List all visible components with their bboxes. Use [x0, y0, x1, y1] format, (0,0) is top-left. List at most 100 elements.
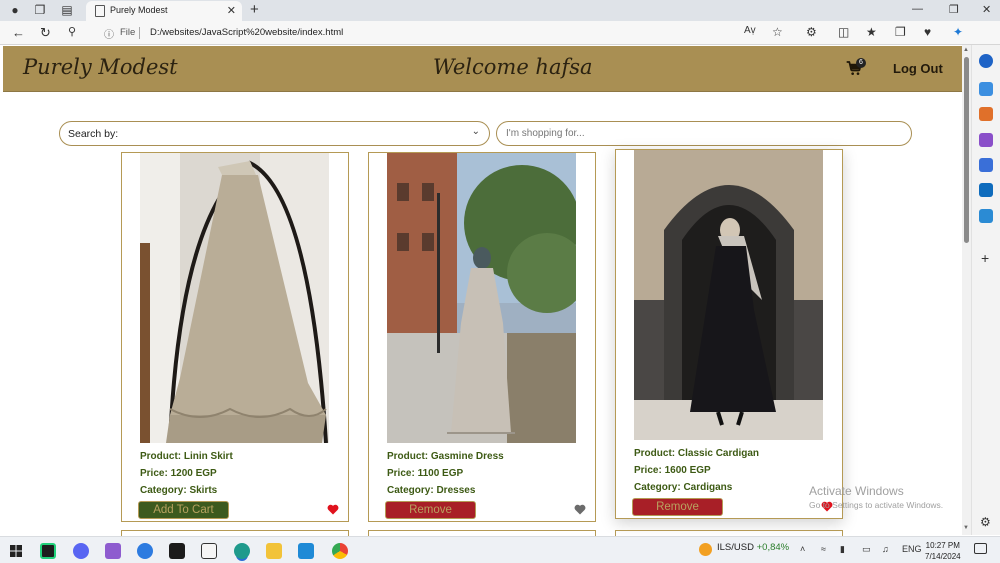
sidebar-tools-icon[interactable]: [979, 107, 993, 121]
favorite-heart-icon[interactable]: [327, 504, 339, 515]
refresh-icon[interactable]: ↻: [40, 25, 51, 41]
visual-studio-icon[interactable]: [105, 543, 121, 559]
browser-tab-strip: ● ❐ ▤ Purely Modest ✕ + — ❐ ✕: [0, 0, 1000, 21]
minimize-icon[interactable]: —: [912, 3, 923, 15]
scroll-down-arrow-icon[interactable]: ▼: [963, 525, 969, 531]
product-card: Product: Gasmine Dress Price: 1100 EGP C…: [368, 152, 596, 522]
product-category: Category: Dresses: [387, 485, 476, 496]
read-aloud-icon[interactable]: Aṿ: [744, 25, 756, 36]
product-price: Price: 1200 EGP: [140, 468, 217, 479]
show-hidden-icons-icon[interactable]: ˄: [800, 544, 805, 554]
product-price: Price: 1600 EGP: [634, 465, 711, 476]
add-to-cart-button[interactable]: Add To Cart: [138, 501, 229, 519]
ticker-label: ILS/USD: [717, 542, 754, 553]
edge-sidebar: + ⚙: [971, 45, 1000, 535]
remove-from-cart-button[interactable]: Remove: [385, 501, 476, 519]
sidebar-add-icon[interactable]: +: [981, 250, 989, 266]
maximize-icon[interactable]: ❐: [949, 3, 959, 16]
chevron-down-icon: ⌄: [471, 126, 480, 137]
volume-icon[interactable]: ♫: [882, 544, 889, 554]
product-price: Price: 1100 EGP: [387, 468, 464, 479]
search-by-label: Search by:: [68, 128, 119, 140]
product-name: Product: Gasmine Dress: [387, 451, 504, 462]
sidebar-games-icon[interactable]: [979, 133, 993, 147]
display-icon[interactable]: ▭: [862, 544, 871, 555]
zoom-icon[interactable]: [137, 543, 153, 559]
terminal-icon[interactable]: [169, 543, 185, 559]
watermark-subtitle: Go to Settings to activate Windows.: [809, 500, 944, 510]
notifications-icon[interactable]: [974, 543, 987, 554]
remove-from-cart-button[interactable]: Remove: [632, 498, 723, 516]
ticker-change: +0,84%: [756, 542, 790, 553]
windows-taskbar: ILS/USD +0,84% ˄ ≈ ▮ ▭ ♫ ENG 10:27 PM 7/…: [0, 536, 1000, 563]
product-image[interactable]: [140, 153, 329, 443]
close-tab-icon[interactable]: ✕: [227, 4, 236, 17]
url-separator: [139, 27, 140, 39]
browser-tab[interactable]: Purely Modest ✕: [86, 1, 242, 21]
page-scrollbar[interactable]: ▲ ▼: [962, 45, 971, 535]
product-category: Category: Cardigans: [634, 482, 733, 493]
browser-toolbar: ← ↻ ⚲ ⓘ File D:/websites/JavaScript%20we…: [0, 21, 1000, 45]
sidebar-shopping-icon[interactable]: [979, 82, 993, 96]
search-icon[interactable]: ⚲: [68, 25, 76, 38]
close-window-icon[interactable]: ✕: [982, 3, 991, 16]
collections-icon[interactable]: ❐: [895, 25, 906, 39]
search-by-select[interactable]: Search by: ⌄: [59, 121, 490, 146]
split-screen-icon[interactable]: ◫: [838, 25, 849, 39]
search-input[interactable]: [496, 121, 912, 146]
new-tab-icon[interactable]: +: [250, 1, 259, 18]
brand-logo[interactable]: Purely Modest: [23, 55, 178, 79]
site-header: Purely Modest Welcome hafsa 6 Log Out: [3, 46, 962, 92]
browser-essentials-icon[interactable]: ♥: [924, 25, 931, 39]
sidebar-search-icon[interactable]: [979, 54, 993, 68]
system-clock[interactable]: 10:27 PM 7/14/2024: [925, 540, 961, 562]
edge-browser-icon[interactable]: [234, 543, 250, 559]
address-bar[interactable]: ⓘ File D:/websites/JavaScript%20website/…: [96, 24, 796, 42]
scrollbar-thumb[interactable]: [964, 57, 969, 243]
wifi-icon[interactable]: ≈: [821, 544, 826, 554]
vscode-icon[interactable]: [298, 543, 314, 559]
favorite-star-icon[interactable]: ☆: [772, 25, 783, 39]
extensions-icon[interactable]: ⚙: [806, 25, 817, 39]
sidebar-settings-icon[interactable]: ⚙: [980, 515, 991, 529]
info-icon[interactable]: ⓘ: [104, 26, 114, 41]
language-indicator[interactable]: ENG: [902, 544, 922, 554]
snipping-tool-icon[interactable]: [201, 543, 217, 559]
scroll-up-arrow-icon[interactable]: ▲: [963, 47, 969, 53]
watermark-title: Activate Windows: [809, 484, 904, 498]
discord-icon[interactable]: [73, 543, 89, 559]
back-icon[interactable]: ←: [12, 25, 25, 40]
profile-icon[interactable]: ●: [8, 3, 22, 17]
copilot-icon[interactable]: ✦: [953, 25, 963, 39]
product-category: Category: Skirts: [140, 485, 218, 496]
product-image[interactable]: [634, 150, 823, 440]
product-card: Product: Classic Cardigan Price: 1600 EG…: [615, 149, 843, 519]
url-text[interactable]: D:/websites/JavaScript%20website/index.h…: [150, 27, 343, 38]
sidebar-microsoft365-icon[interactable]: [979, 158, 993, 172]
url-scheme: File: [120, 27, 136, 38]
battery-icon[interactable]: ▮: [840, 544, 845, 555]
file-explorer-icon[interactable]: [266, 543, 282, 559]
favorite-heart-icon[interactable]: [574, 504, 586, 515]
product-name: Product: Classic Cardigan: [634, 448, 760, 459]
favorites-icon[interactable]: ★: [866, 25, 877, 39]
sidebar-outlook-icon[interactable]: [979, 183, 993, 197]
sidebar-drop-icon[interactable]: [979, 209, 993, 223]
product-card: Product: Linin Skirt Price: 1200 EGP Cat…: [121, 152, 349, 522]
activate-windows-watermark: Activate Windows Go to Settings to activ…: [809, 484, 943, 510]
pycharm-icon[interactable]: [40, 543, 56, 559]
page-icon: [95, 5, 105, 17]
workspaces-icon[interactable]: ❐: [33, 3, 47, 17]
windows-start-icon[interactable]: [10, 545, 22, 557]
currency-ticker[interactable]: ILS/USD +0,84%: [717, 542, 789, 553]
welcome-message: Welcome hafsa: [433, 55, 593, 79]
clock-time: 10:27 PM: [925, 541, 960, 550]
logout-link[interactable]: Log Out: [893, 61, 943, 76]
clock-date: 7/14/2024: [925, 552, 961, 561]
currency-ticker-icon: [699, 543, 712, 556]
product-image[interactable]: [387, 153, 576, 443]
tab-actions-icon[interactable]: ▤: [60, 3, 74, 17]
chrome-icon[interactable]: [332, 543, 348, 559]
cart-count-badge: 6: [856, 58, 866, 68]
tab-title: Purely Modest: [110, 5, 168, 15]
